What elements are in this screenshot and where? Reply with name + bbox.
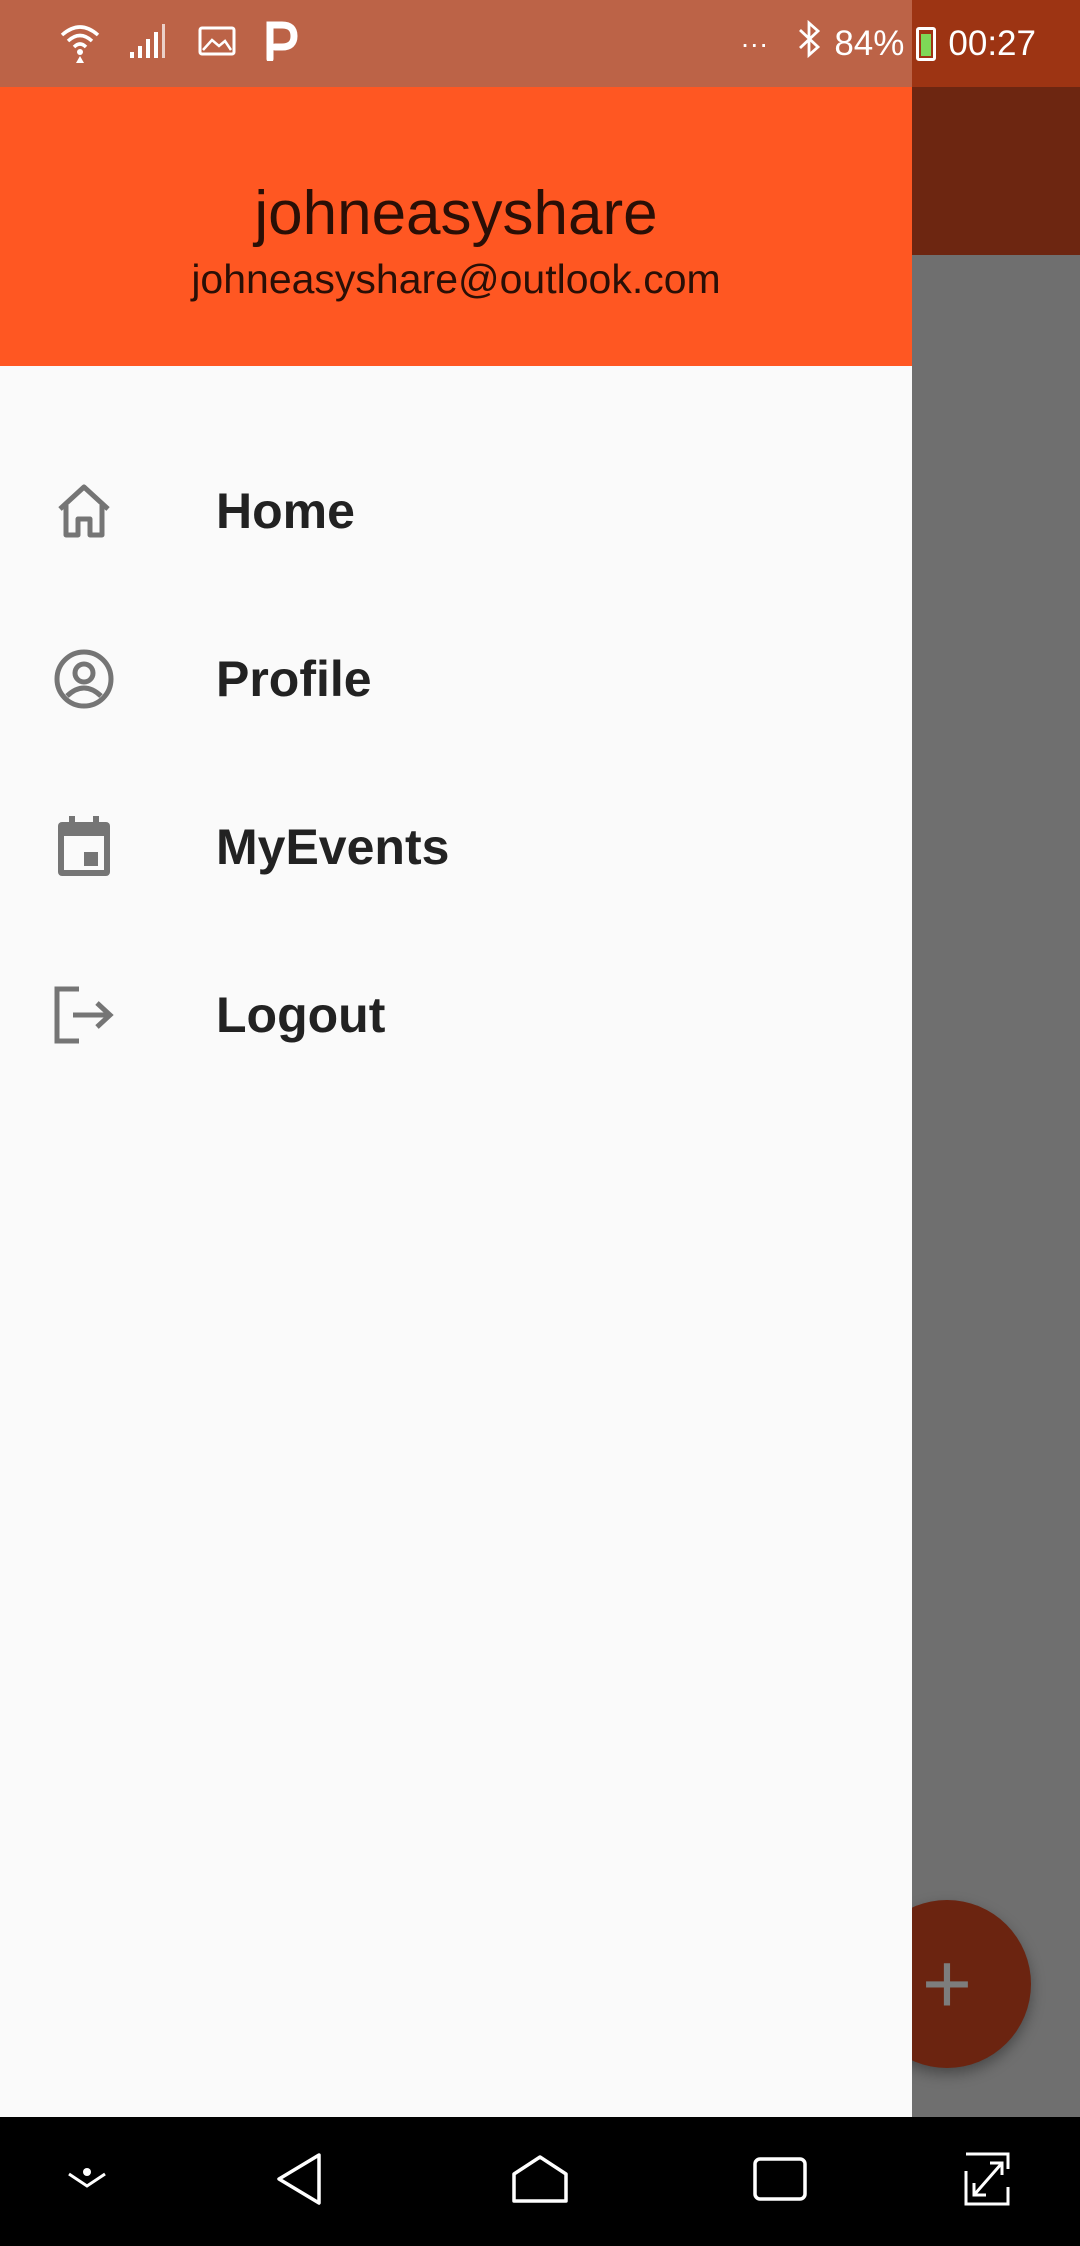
bluetooth-icon [796,19,822,67]
system-nav-bar [0,2117,1080,2246]
parking-app-icon [264,21,298,66]
drawer-item-label: Profile [216,651,372,707]
logout-icon [50,981,118,1049]
recents-button[interactable] [720,2117,840,2246]
drawer-item-home[interactable]: Home [0,427,912,595]
home-icon [50,477,118,545]
gallery-icon [198,26,236,61]
home-icon [510,2154,570,2209]
drawer-item-label: MyEvents [216,819,450,875]
drawer-item-label: Logout [216,987,386,1043]
clock: 00:27 [948,23,1036,63]
back-icon [275,2152,325,2211]
home-nav-button[interactable] [480,2117,600,2246]
recents-icon [752,2156,808,2207]
hide-nav-button[interactable] [27,2117,147,2246]
more-indicator: ··· [740,27,769,59]
hide-nav-icon [65,2164,109,2199]
battery-charging-icon [916,26,937,61]
navigation-drawer: johneasyshare johneasyshare@outlook.com … [0,0,912,2117]
status-bar: ··· 84% 00:27 [0,0,1080,87]
battery-percent: 84% [834,23,905,63]
drawer-header: johneasyshare johneasyshare@outlook.com [0,87,912,366]
drawer-item-logout[interactable]: Logout [0,931,912,1099]
rotate-screen-button[interactable] [927,2117,1047,2246]
back-button[interactable] [240,2117,360,2246]
signal-icon [130,24,170,63]
drawer-item-myevents[interactable]: MyEvents [0,763,912,931]
drawer-item-label: Home [216,483,355,539]
add-icon: + [921,1936,973,2032]
wifi-icon [58,19,102,68]
account-name: johneasyshare [254,179,658,248]
account-circle-icon [50,645,118,713]
rotate-screen-icon [962,2151,1012,2212]
event-calendar-icon [50,813,118,881]
drawer-item-profile[interactable]: Profile [0,595,912,763]
account-email: johneasyshare@outlook.com [191,256,721,302]
